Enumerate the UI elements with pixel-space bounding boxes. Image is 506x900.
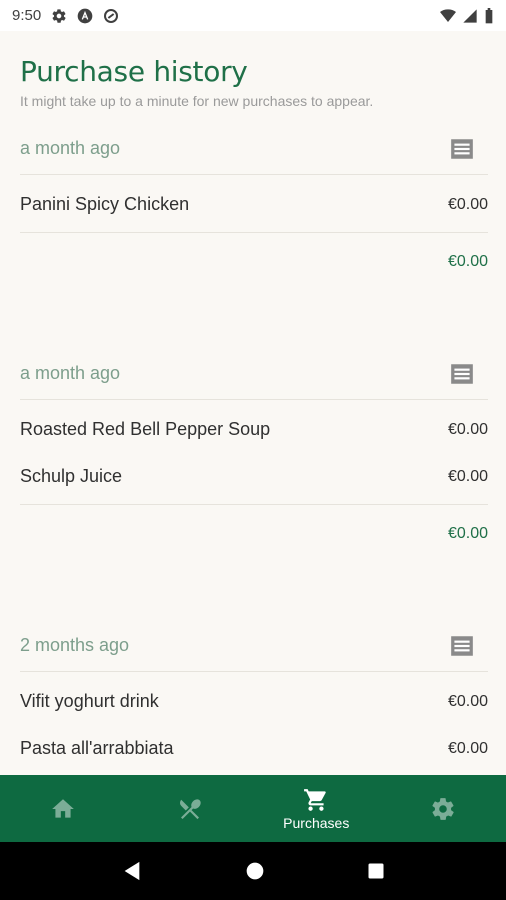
cutlery-icon (179, 798, 201, 819)
home-icon (52, 798, 75, 818)
purchase-items: Panini Spicy Chicken €0.00 (20, 175, 488, 233)
recents-icon[interactable] (367, 862, 385, 880)
receipt-icon[interactable] (448, 360, 476, 388)
purchase-group: a month ago Roasted Red Bell Pepper Soup… (20, 348, 488, 563)
nav-menu[interactable] (127, 775, 254, 842)
battery-icon (485, 7, 493, 23)
nav-purchases-label: Purchases (283, 814, 350, 831)
gear-icon (52, 8, 66, 23)
purchase-group-header: 2 months ago (20, 620, 488, 672)
list-item: Vifit yoghurt drink €0.00 (20, 678, 488, 725)
bottom-navigation: Purchases (0, 775, 506, 842)
item-price: €0.00 (447, 467, 488, 485)
purchase-total-row: €0.00 (20, 505, 488, 563)
item-price: €0.00 (447, 739, 488, 757)
receipt-icon[interactable] (448, 135, 476, 163)
system-navigation-bar (0, 842, 506, 900)
app-a-icon (77, 8, 93, 23)
status-bar: 9:50 (0, 0, 506, 31)
status-time: 9:50 (12, 7, 42, 24)
list-item: Schulp Juice €0.00 (20, 453, 488, 500)
page-subtitle: It might take up to a minute for new pur… (20, 93, 374, 109)
purchase-group-header: a month ago (20, 123, 488, 175)
purchase-group-header: a month ago (20, 348, 488, 400)
purchase-date: 2 months ago (20, 635, 130, 655)
wifi-icon (440, 8, 456, 22)
cart-icon (304, 788, 327, 811)
purchase-items: Roasted Red Bell Pepper Soup €0.00 Schul… (20, 400, 488, 505)
purchase-total: €0.00 (447, 253, 488, 270)
signal-icon (463, 8, 477, 23)
item-name: Schulp Juice (20, 466, 123, 486)
purchase-total: €0.00 (447, 525, 488, 542)
receipt-icon[interactable] (448, 632, 476, 660)
list-item: Roasted Red Bell Pepper Soup €0.00 (20, 406, 488, 453)
purchase-group: a month ago Panini Spicy Chicken €0.00 €… (20, 123, 488, 291)
item-price: €0.00 (447, 420, 488, 438)
purchase-group: 2 months ago Vifit yoghurt drink €0.00 P… (20, 620, 488, 775)
page-title: Purchase history (20, 55, 248, 88)
settings-icon (432, 797, 454, 820)
app-circle-icon (104, 8, 119, 23)
item-price: €0.00 (447, 195, 488, 213)
list-item: Pasta all'arrabbiata €0.00 (20, 725, 488, 772)
home-button-icon[interactable] (245, 861, 265, 881)
item-name: Panini Spicy Chicken (20, 194, 190, 214)
nav-settings[interactable] (380, 775, 506, 842)
purchase-total-row: €0.00 (20, 233, 488, 291)
purchase-history-screen: Purchase history It might take up to a m… (0, 31, 506, 775)
nav-purchases[interactable]: Purchases (253, 775, 380, 842)
back-icon[interactable] (121, 860, 143, 882)
item-name: Pasta all'arrabbiata (20, 738, 174, 758)
item-price: €0.00 (447, 692, 488, 710)
item-name: Roasted Red Bell Pepper Soup (20, 419, 271, 439)
purchase-date: a month ago (20, 138, 121, 158)
list-item: Panini Spicy Chicken €0.00 (20, 181, 488, 228)
purchase-items: Vifit yoghurt drink €0.00 Pasta all'arra… (20, 672, 488, 775)
purchase-date: a month ago (20, 363, 121, 383)
item-name: Vifit yoghurt drink (20, 691, 159, 711)
nav-home[interactable] (0, 775, 127, 842)
